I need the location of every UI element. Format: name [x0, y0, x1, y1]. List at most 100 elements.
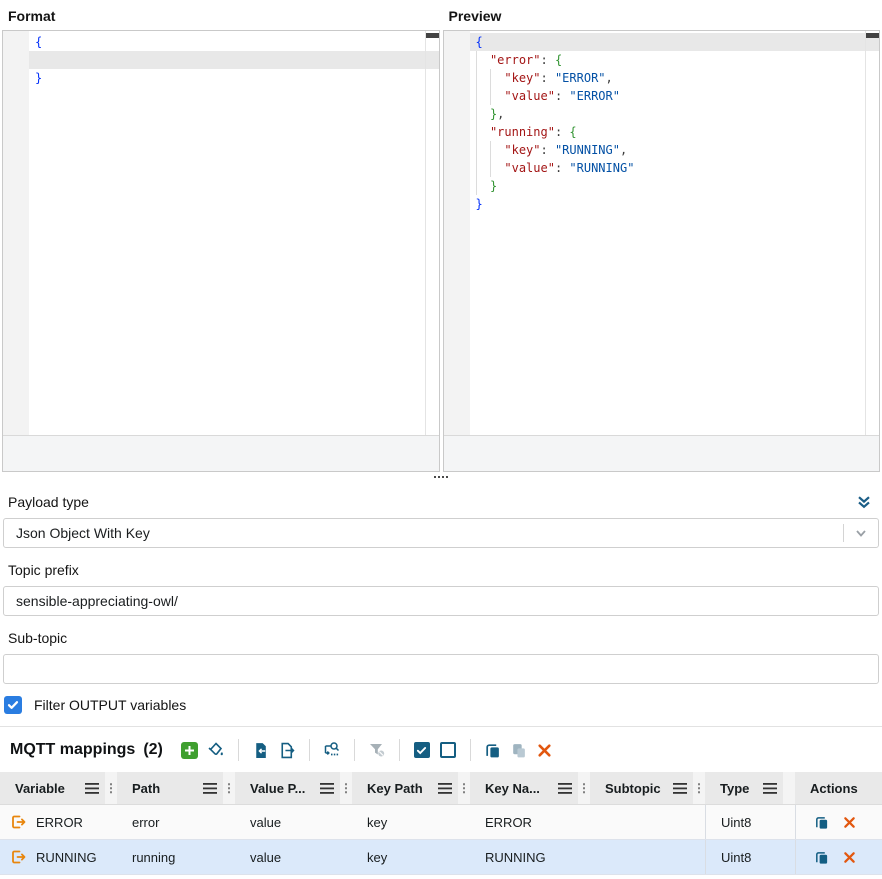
mappings-toolbar: MQTT mappings (2) — [0, 727, 882, 772]
column-menu-icon[interactable] — [85, 783, 99, 794]
code-line[interactable]: } — [470, 177, 880, 195]
cell-variable[interactable]: ERROR — [0, 805, 117, 839]
export-mappings-icon[interactable] — [274, 738, 300, 762]
format-scrollbar-thumb[interactable] — [426, 33, 439, 38]
paste-mapping-icon[interactable] — [506, 738, 532, 762]
format-code[interactable]: {} — [29, 33, 439, 87]
code-line[interactable]: "running": { — [470, 123, 880, 141]
cell-path[interactable]: error — [117, 805, 235, 839]
cell-variable[interactable]: RUNNING — [0, 840, 117, 874]
code-line[interactable]: "key": "RUNNING", — [470, 141, 880, 159]
cell-type[interactable]: Uint8 — [705, 805, 795, 839]
column-menu-icon[interactable] — [763, 783, 777, 794]
auto-map-icon[interactable] — [319, 738, 345, 762]
copy-mapping-icon[interactable] — [480, 738, 506, 762]
cell-subtopic[interactable] — [590, 805, 705, 839]
column-menu-icon[interactable] — [203, 783, 217, 794]
preview-editor[interactable]: {"error": {"key": "ERROR","value": "ERRO… — [443, 30, 881, 472]
column-resize-handle[interactable]: ⋮ — [458, 772, 470, 804]
column-menu-icon[interactable] — [320, 783, 334, 794]
delete-row-icon[interactable] — [843, 851, 856, 864]
cell-key_path[interactable]: key — [352, 840, 470, 874]
copy-row-icon[interactable] — [814, 815, 829, 830]
cell-subtopic[interactable] — [590, 840, 705, 874]
chevron-down-icon[interactable] — [844, 526, 878, 540]
cell-text: value — [250, 815, 281, 830]
chevron-double-down-icon[interactable] — [856, 494, 872, 510]
table-row[interactable]: RUNNINGrunningvaluekeyRUNNINGUint8 — [0, 840, 882, 875]
cell-text: Uint8 — [721, 815, 751, 830]
cell-value_path[interactable]: value — [235, 840, 352, 874]
column-resize-handle[interactable]: ⋮ — [223, 772, 235, 804]
topic-prefix-input[interactable] — [4, 587, 878, 615]
add-mapping-icon[interactable] — [177, 738, 203, 762]
format-scrollbar[interactable] — [425, 31, 439, 435]
select-all-icon[interactable] — [409, 738, 435, 762]
format-gutter — [3, 31, 29, 435]
preview-scrollbar[interactable] — [865, 31, 879, 435]
column-label: Actions — [795, 781, 858, 796]
code-line[interactable]: { — [29, 33, 439, 51]
cell-value_path[interactable]: value — [235, 805, 352, 839]
code-line[interactable]: "key": "ERROR", — [470, 69, 880, 87]
cell-type[interactable]: Uint8 — [705, 840, 795, 874]
code-line[interactable]: { — [470, 33, 880, 51]
table-row[interactable]: ERRORerrorvaluekeyERRORUint8 — [0, 805, 882, 840]
code-line[interactable]: } — [29, 69, 439, 87]
column-header-variable[interactable]: Variable ⋮ — [0, 772, 117, 804]
column-menu-icon[interactable] — [558, 783, 572, 794]
column-header-path[interactable]: Path ⋮ — [117, 772, 235, 804]
mappings-table: Variable⋮Path⋮Value P...⋮Key Path⋮Key Na… — [0, 772, 882, 875]
filter-mappings-icon[interactable] — [364, 738, 390, 762]
preview-gutter — [444, 31, 470, 435]
toolbar-divider — [238, 739, 239, 761]
cell-text: key — [367, 815, 387, 830]
column-label: Variable — [0, 781, 65, 796]
clear-mappings-icon[interactable] — [203, 738, 229, 762]
filter-output-checkbox[interactable] — [4, 696, 22, 714]
code-line[interactable]: "error": { — [470, 51, 880, 69]
cell-key_name[interactable]: RUNNING — [470, 840, 590, 874]
column-resize-handle[interactable]: ⋮ — [578, 772, 590, 804]
code-line[interactable]: } — [470, 195, 880, 213]
column-divider — [783, 772, 795, 804]
code-line[interactable]: }, — [470, 105, 880, 123]
code-line[interactable]: "value": "ERROR" — [470, 87, 880, 105]
column-menu-icon[interactable] — [438, 783, 452, 794]
form-section: Payload type Json Object With Key Topic … — [0, 482, 882, 714]
column-header-actions[interactable]: Actions — [795, 772, 882, 804]
column-header-subtopic[interactable]: Subtopic ⋮ — [590, 772, 705, 804]
column-label: Subtopic — [590, 781, 661, 796]
format-editor[interactable]: {} — [2, 30, 440, 472]
column-label: Path — [117, 781, 160, 796]
delete-mappings-icon[interactable] — [532, 738, 558, 762]
deselect-all-icon[interactable] — [435, 738, 461, 762]
column-header-value_path[interactable]: Value P...⋮ — [235, 772, 352, 804]
cell-actions[interactable] — [795, 840, 882, 874]
column-header-key_path[interactable]: Key Path ⋮ — [352, 772, 470, 804]
sub-topic-input[interactable] — [4, 655, 878, 683]
import-mappings-icon[interactable] — [248, 738, 274, 762]
toolbar-divider — [354, 739, 355, 761]
cell-actions[interactable] — [795, 805, 882, 839]
topic-prefix-label: Topic prefix — [0, 562, 882, 578]
delete-row-icon[interactable] — [843, 816, 856, 829]
column-resize-handle[interactable]: ⋮ — [693, 772, 705, 804]
cell-path[interactable]: running — [117, 840, 235, 874]
column-resize-handle[interactable]: ⋮ — [105, 772, 117, 804]
column-header-key_name[interactable]: Key Na...⋮ — [470, 772, 590, 804]
payload-type-select[interactable]: Json Object With Key — [3, 518, 879, 548]
code-line[interactable] — [29, 51, 439, 69]
code-line[interactable]: "value": "RUNNING" — [470, 159, 880, 177]
column-resize-handle[interactable]: ⋮ — [340, 772, 352, 804]
column-menu-icon[interactable] — [673, 783, 687, 794]
copy-row-icon[interactable] — [814, 850, 829, 865]
preview-scrollbar-thumb[interactable] — [866, 33, 879, 38]
preview-code[interactable]: {"error": {"key": "ERROR","value": "ERRO… — [470, 33, 880, 213]
column-header-type[interactable]: Type — [705, 772, 795, 804]
cell-key_path[interactable]: key — [352, 805, 470, 839]
horizontal-splitter[interactable] — [0, 472, 882, 482]
column-label: Key Path — [352, 781, 423, 796]
cell-text: Uint8 — [721, 850, 751, 865]
cell-key_name[interactable]: ERROR — [470, 805, 590, 839]
